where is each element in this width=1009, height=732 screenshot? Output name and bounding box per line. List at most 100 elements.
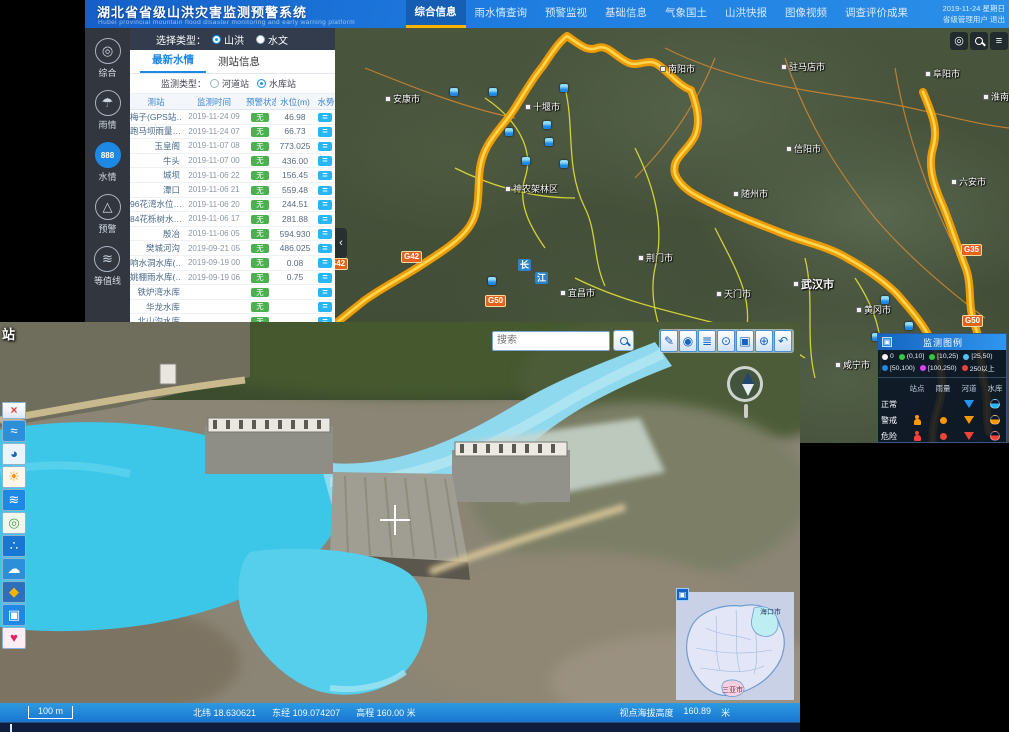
compass-control[interactable] — [727, 366, 767, 422]
scale-dot-icon — [899, 354, 905, 360]
image-icon[interactable]: ▣ — [736, 330, 754, 352]
nav-item-图像视频[interactable]: 图像视频 — [776, 0, 836, 28]
station-marker[interactable] — [505, 128, 513, 136]
station-row[interactable]: 梅子(GPS站…2019-11-24 09无46.98=46.99 — [130, 110, 335, 125]
nav-item-基础信息[interactable]: 基础信息 — [596, 0, 656, 28]
globe-icon[interactable]: ⊕ — [755, 330, 773, 352]
typhoon-effect-icon[interactable]: ☀ — [2, 466, 26, 488]
station-row[interactable]: 潭口2019-11-06 21无559.48= — [130, 183, 335, 198]
cell-station: 响水洞水库(… — [130, 257, 182, 269]
station-row[interactable]: 玉皇阁2019-11-07 08无773.025= — [130, 139, 335, 154]
cell-level: 559.48 — [276, 185, 314, 195]
station-row[interactable]: 城坝2019-11-06 22无156.45= — [130, 168, 335, 183]
snapshot-tool-icon[interactable]: ▣ — [2, 604, 26, 626]
trend-flat-icon: = — [318, 273, 332, 283]
map-label-安康市: 安康市 — [385, 92, 420, 105]
station-row[interactable]: 响水洞水库(…2019-09-19 00无0.08= — [130, 256, 335, 271]
tab-测站信息[interactable]: 测站信息 — [206, 50, 272, 73]
camera-icon[interactable]: ◉ — [679, 330, 697, 352]
nav-item-雨水情查询[interactable]: 雨水情查询 — [466, 0, 537, 28]
type-option-山洪[interactable]: 山洪 — [212, 32, 244, 47]
logout-link[interactable]: 退出 — [990, 15, 1005, 24]
bird-marker-icon[interactable]: ♥ — [2, 627, 26, 649]
station-marker[interactable] — [881, 296, 889, 304]
place-icon — [385, 96, 391, 102]
cell-station: 跑马坝雨量… — [130, 125, 182, 137]
cell-status: 无 — [246, 301, 276, 312]
station-row[interactable]: 铁炉湾水库无= — [130, 285, 335, 300]
trend-flat-icon: = — [318, 258, 332, 268]
cloud-effect-icon[interactable]: ☁ — [2, 558, 26, 580]
place-icon — [505, 186, 511, 192]
road-badge-G42: G42 — [401, 251, 422, 263]
terrain-effect-icon[interactable]: ◆ — [2, 581, 26, 603]
station-marker[interactable] — [545, 138, 553, 146]
flood-effect-icon[interactable]: ∴ — [2, 535, 26, 557]
ripple-effect-icon[interactable]: ≋ — [2, 489, 26, 511]
cell-time: 2019-11-24 07 — [182, 127, 246, 136]
nav-item-综合信息[interactable]: 综合信息 — [406, 0, 466, 28]
sketch-tool-icon[interactable]: ✎ — [660, 330, 678, 352]
station-row[interactable]: 殷冶2019-11-06 05无594.930= — [130, 227, 335, 242]
filter-option-水库站[interactable]: 水库站 — [257, 77, 296, 90]
nav-item-山洪快报[interactable]: 山洪快报 — [716, 0, 776, 28]
cell-level: 486.025 — [276, 243, 314, 253]
nav-item-预警监视[interactable]: 预警监视 — [536, 0, 596, 28]
station-row[interactable]: 牛头2019-11-07 00无436.00= — [130, 154, 335, 169]
list-icon[interactable]: ≣ — [698, 330, 716, 352]
rail-item-综合[interactable]: ◎综合 — [95, 38, 121, 79]
whirlpool-effect-icon[interactable]: ◕ — [2, 443, 26, 465]
rail-item-水情[interactable]: 888水情 — [95, 142, 121, 183]
search-icon[interactable] — [970, 32, 988, 50]
nav-item-气象国土[interactable]: 气象国土 — [656, 0, 716, 28]
compass-ring — [727, 366, 763, 402]
search-input[interactable] — [492, 331, 610, 351]
wave-effect-icon[interactable]: ≈ — [2, 420, 26, 442]
rail-item-雨情[interactable]: ☂雨情 — [95, 90, 121, 131]
scale-dot-icon — [963, 354, 969, 360]
map-label-黄冈市: 黄冈市 — [856, 303, 891, 316]
station-marker[interactable] — [450, 88, 458, 96]
station-row[interactable]: 姚棚雨水库(…2019-09-19 06无0.75= — [130, 271, 335, 286]
viewer-top-toolbar: ✎◉≣⊙▣⊕↶ — [659, 329, 794, 353]
station-marker[interactable] — [560, 84, 568, 92]
filter-option-河道站[interactable]: 河道站 — [210, 77, 249, 90]
latitude-readout: 北纬 18.630621 — [193, 706, 256, 719]
cell-time: 2019-11-07 08 — [182, 141, 246, 150]
overview-inset-map[interactable]: ▣ 海口市 三亚市 — [676, 588, 794, 700]
station-row[interactable]: 84花栎树水…2019-11-06 17无281.88= — [130, 212, 335, 227]
cell-status: 无 — [246, 126, 276, 137]
filter-label: 监测类型： — [161, 77, 206, 90]
station-row[interactable]: 樊城河沟2019-09-21 05无486.025= — [130, 241, 335, 256]
radio-dot — [257, 79, 266, 88]
station-marker[interactable] — [560, 160, 568, 168]
view-eye-icon[interactable]: ⊙ — [717, 330, 735, 352]
cell-station: 牛头 — [130, 155, 182, 167]
station-row[interactable]: 跑马坝雨量…2019-11-24 07无66.73= — [130, 125, 335, 140]
type-option-水文[interactable]: 水文 — [256, 32, 288, 47]
tab-最新水情[interactable]: 最新水情 — [140, 48, 206, 73]
station-marker[interactable] — [905, 322, 913, 330]
legend-cell — [982, 412, 1008, 428]
station-row[interactable]: 96花湾水位…2019-11-06 20无244.51= — [130, 198, 335, 213]
station-row[interactable]: 华龙水库无= — [130, 300, 335, 315]
undo-icon[interactable]: ↶ — [774, 330, 792, 352]
station-marker[interactable] — [543, 121, 551, 129]
rail-item-预警[interactable]: △预警 — [95, 194, 121, 235]
radio-dot — [210, 79, 219, 88]
legend-cell — [930, 396, 956, 412]
rail-item-等值线[interactable]: ≋等值线 — [94, 246, 121, 287]
station-marker[interactable] — [489, 88, 497, 96]
panel-collapse-button[interactable]: ‹ — [335, 228, 347, 258]
close-button[interactable]: × — [2, 402, 26, 419]
cell-time: 2019-11-24 09 — [182, 112, 246, 121]
legend-cell — [930, 428, 956, 443]
nav-item-调查评价成果[interactable]: 调查评价成果 — [836, 0, 917, 28]
aperture-tool-icon[interactable]: ◎ — [2, 512, 26, 534]
search-button[interactable] — [613, 330, 634, 351]
layers-icon[interactable]: ≡ — [990, 32, 1008, 50]
place-icon — [951, 179, 957, 185]
station-marker[interactable] — [488, 277, 496, 285]
locate-icon[interactable]: ◎ — [950, 32, 968, 50]
station-marker[interactable] — [522, 157, 530, 165]
